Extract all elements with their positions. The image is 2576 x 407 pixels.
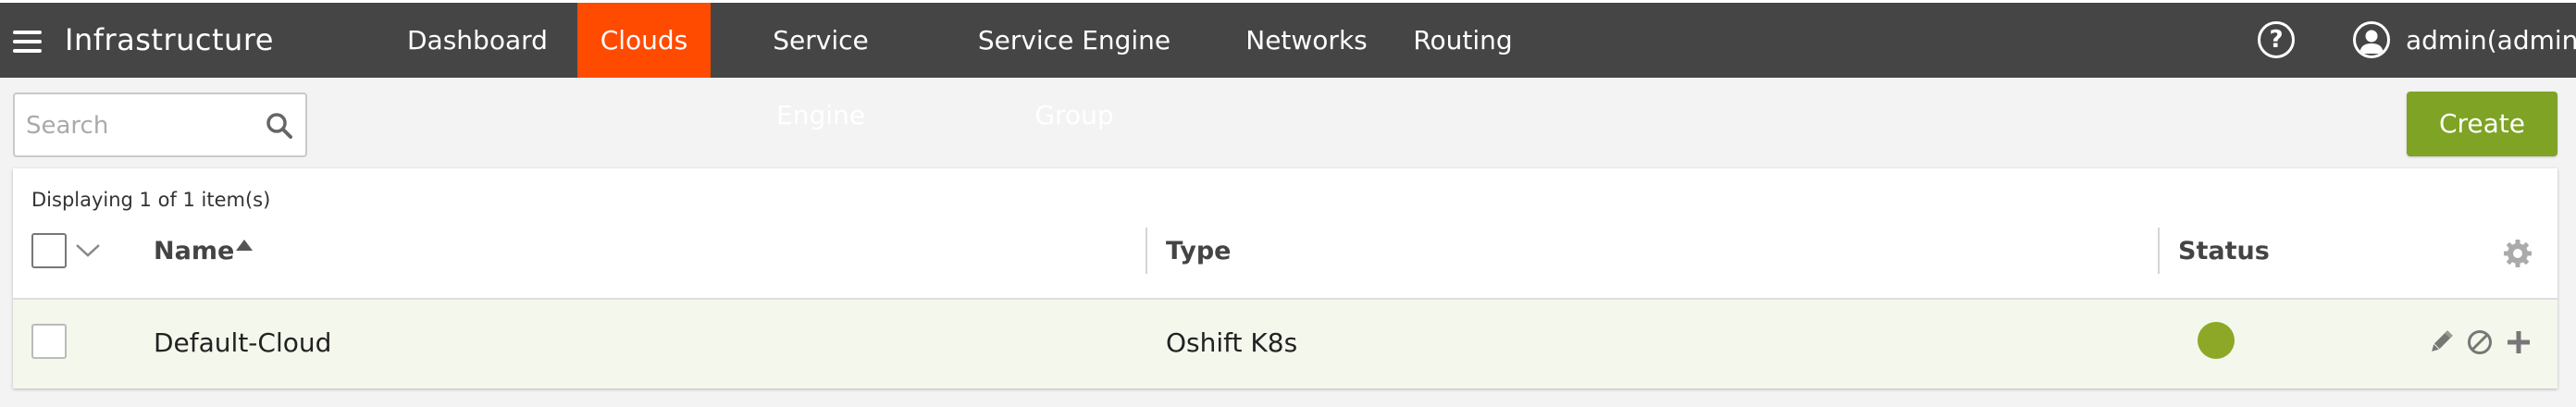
- tab-dashboard[interactable]: Dashboard: [407, 3, 548, 78]
- column-divider: [2158, 228, 2160, 274]
- column-header-status[interactable]: Status: [2178, 237, 2270, 265]
- column-header-name[interactable]: Name: [154, 237, 234, 265]
- hamburger-menu-icon[interactable]: [13, 31, 42, 53]
- search-icon[interactable]: [265, 111, 294, 141]
- clouds-table-panel: Displaying 1 of 1 item(s) Name Type Stat…: [13, 168, 2557, 388]
- row-checkbox[interactable]: [31, 324, 67, 359]
- tab-service-engine[interactable]: Service Engine: [727, 3, 914, 130]
- column-divider: [1146, 228, 1147, 274]
- item-count: Displaying 1 of 1 item(s): [31, 189, 271, 211]
- chevron-down-icon[interactable]: [74, 241, 102, 260]
- disable-icon[interactable]: [2465, 327, 2495, 357]
- search-field[interactable]: [13, 92, 307, 157]
- add-icon[interactable]: [2504, 327, 2533, 357]
- create-button[interactable]: Create: [2407, 92, 2557, 156]
- column-header-type[interactable]: Type: [1166, 237, 1231, 265]
- status-indicator: [2198, 322, 2235, 359]
- tab-service-engine-group[interactable]: Service Engine Group: [944, 3, 1205, 130]
- help-icon[interactable]: ?: [2258, 21, 2295, 58]
- cloud-type: Oshift K8s: [1166, 327, 1298, 358]
- table-header-row: Name Type Status: [13, 224, 2557, 281]
- tab-networks[interactable]: Networks: [1232, 3, 1381, 78]
- select-all-checkbox[interactable]: [31, 233, 67, 268]
- tab-clouds[interactable]: Clouds: [577, 3, 711, 78]
- cloud-name[interactable]: Default-Cloud: [154, 327, 331, 358]
- search-input[interactable]: [24, 107, 259, 144]
- gear-icon[interactable]: [2502, 238, 2533, 269]
- edit-icon[interactable]: [2426, 327, 2456, 357]
- app-title: Infrastructure: [65, 22, 274, 57]
- top-navigation-bar: Infrastructure Dashboard Clouds Service …: [0, 0, 2576, 130]
- user-icon[interactable]: [2353, 21, 2390, 58]
- user-menu[interactable]: admin(admin): [2406, 25, 2576, 56]
- sort-asc-icon[interactable]: [236, 240, 253, 251]
- tab-routing[interactable]: Routing: [1406, 3, 1519, 78]
- table-row[interactable]: Default-Cloud Oshift K8s: [13, 298, 2557, 388]
